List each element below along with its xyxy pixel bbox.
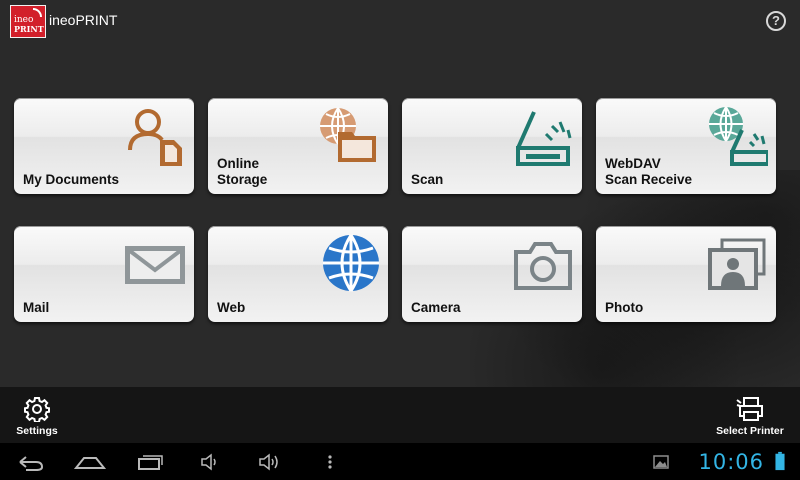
tile-label: Mail bbox=[23, 300, 50, 315]
tile-label: My Documents bbox=[23, 172, 120, 187]
action-bar: Settings Select Printer bbox=[0, 387, 800, 443]
top-bar: ineo PRINT ineoPRINT ? bbox=[0, 0, 800, 42]
printer-icon bbox=[736, 397, 763, 421]
app-logo: ineo PRINT bbox=[10, 5, 46, 38]
tile-label: Scan bbox=[411, 172, 444, 187]
tile-label: WebDAV Scan Receive bbox=[605, 156, 693, 187]
gear-icon bbox=[24, 397, 50, 422]
help-button[interactable]: ? bbox=[766, 11, 786, 31]
tile-web[interactable]: Web bbox=[208, 226, 388, 322]
gallery-notification-icon[interactable] bbox=[652, 452, 670, 472]
settings-label: Settings bbox=[16, 425, 58, 437]
envelope-icon bbox=[124, 232, 186, 294]
tile-label: Web bbox=[217, 300, 246, 315]
user-document-icon bbox=[124, 104, 186, 166]
tile-label: Photo bbox=[605, 300, 644, 315]
volume-up-icon[interactable] bbox=[258, 452, 284, 472]
home-icon[interactable] bbox=[74, 452, 106, 472]
photo-icon bbox=[706, 232, 768, 294]
tile-webdav-scan-receive[interactable]: WebDAV Scan Receive bbox=[596, 98, 776, 194]
tile-mail[interactable]: Mail bbox=[14, 226, 194, 322]
settings-button[interactable]: Settings bbox=[12, 395, 62, 439]
webdav-scan-icon bbox=[706, 104, 770, 166]
back-icon[interactable] bbox=[16, 452, 44, 472]
camera-icon bbox=[512, 232, 574, 294]
tile-label: Camera bbox=[411, 300, 461, 315]
system-clock: 10:06 bbox=[698, 450, 764, 474]
volume-down-icon[interactable] bbox=[200, 452, 222, 472]
tile-camera[interactable]: Camera bbox=[402, 226, 582, 322]
cloud-folder-icon bbox=[318, 104, 380, 166]
overflow-menu-icon[interactable] bbox=[326, 452, 334, 472]
wireless-icon bbox=[33, 8, 42, 17]
tile-photo[interactable]: Photo bbox=[596, 226, 776, 322]
logo-text-line2: PRINT bbox=[14, 24, 44, 34]
tile-scan[interactable]: Scan bbox=[402, 98, 582, 194]
select-printer-label: Select Printer bbox=[716, 425, 784, 437]
recent-apps-icon[interactable] bbox=[136, 452, 164, 472]
system-nav-bar: 10:06 bbox=[0, 443, 800, 480]
help-icon: ? bbox=[772, 13, 780, 28]
globe-icon bbox=[318, 232, 380, 294]
battery-icon bbox=[775, 451, 785, 471]
tile-my-documents[interactable]: My Documents bbox=[14, 98, 194, 194]
app-title: ineoPRINT bbox=[49, 12, 118, 28]
scanner-icon bbox=[512, 104, 574, 166]
function-grid: My Documents Online Storage Scan WebDAV … bbox=[14, 98, 786, 324]
select-printer-button[interactable]: Select Printer bbox=[712, 395, 788, 439]
tile-label: Online Storage bbox=[217, 156, 268, 187]
tile-online-storage[interactable]: Online Storage bbox=[208, 98, 388, 194]
